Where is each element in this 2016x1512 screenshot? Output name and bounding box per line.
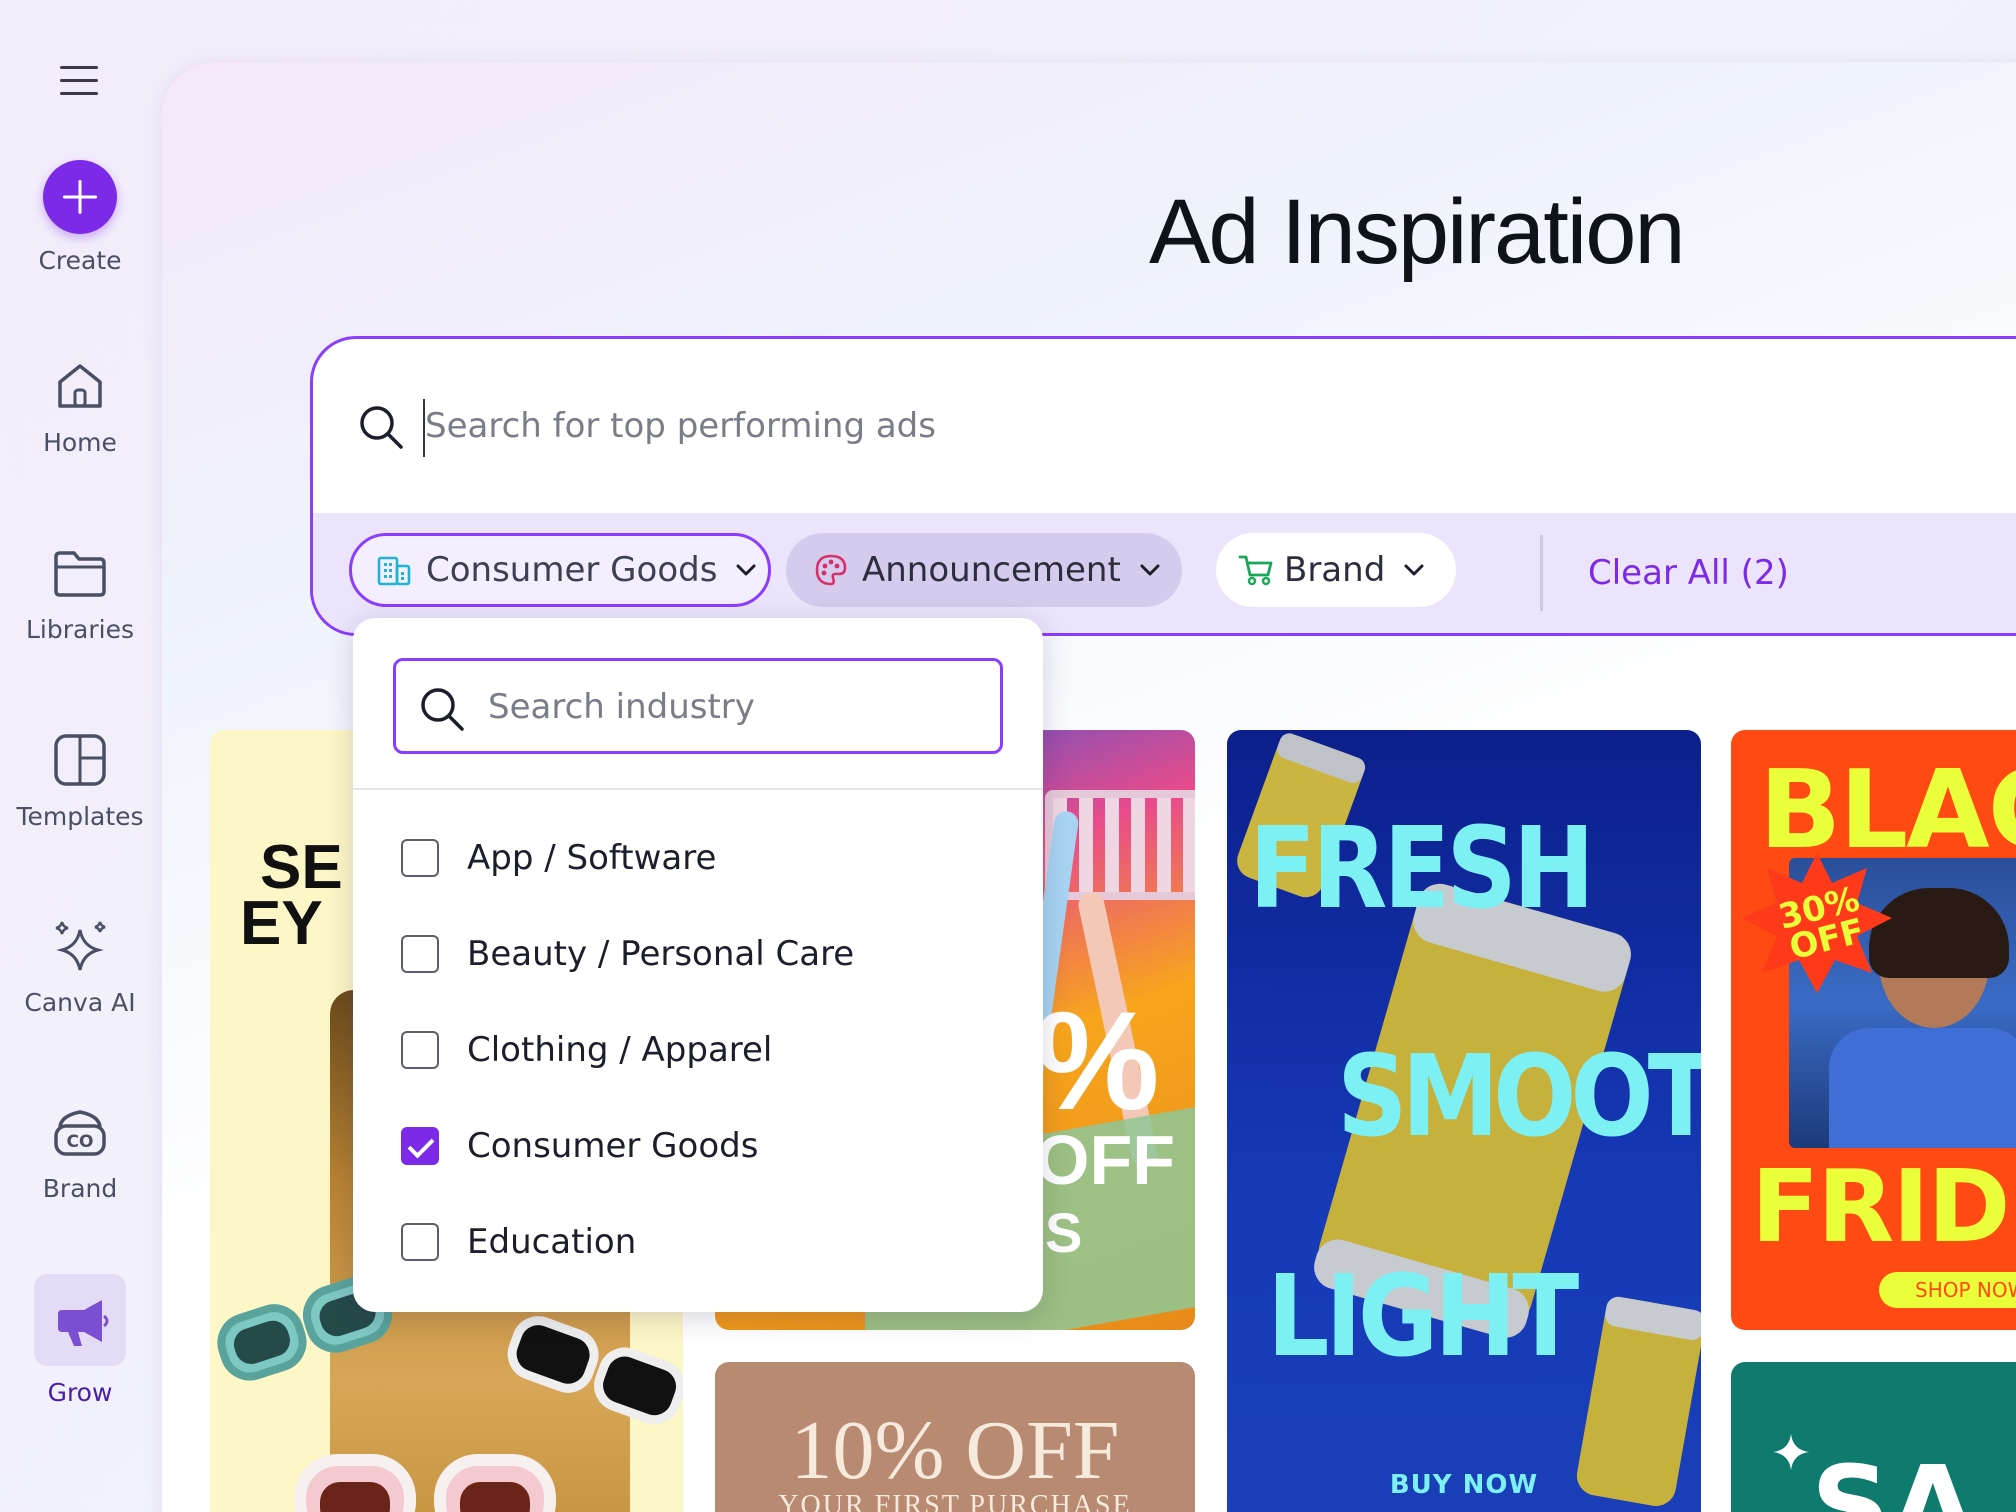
industry-option[interactable]: Consumer Goods xyxy=(401,1116,758,1176)
brand-icon: CO xyxy=(54,1110,106,1156)
sidebar-item-label: Grow xyxy=(47,1378,113,1407)
search-card: Consumer Goods Announcement Brand Clear … xyxy=(310,336,2016,636)
sidebar-item-label: Canva AI xyxy=(24,988,136,1017)
ad-word-smooth: SMOOTH xyxy=(1337,1031,1701,1163)
sidebar-item-grow[interactable]: Grow xyxy=(0,1274,160,1407)
sidebar-item-home[interactable]: Home xyxy=(0,356,160,457)
ad-headline-line1: SE xyxy=(260,833,343,902)
industry-dropdown: App / Software Beauty / Personal Care Cl… xyxy=(353,618,1043,1312)
page-title: Ad Inspiration xyxy=(1149,181,1686,283)
ad-type-filter-label: Announcement xyxy=(862,550,1121,590)
search-icon xyxy=(421,688,464,731)
ad-word-fresh: FRESH xyxy=(1249,803,1595,935)
ad-word-light: LIGHT xyxy=(1267,1251,1579,1383)
dropdown-divider xyxy=(353,788,1043,790)
sidebar: Create Home Libraries Templates Canva AI… xyxy=(0,0,160,1512)
ad-drink-cta: BUY NOW xyxy=(1389,1470,1539,1500)
ad-off-text: OFF xyxy=(1035,1121,1175,1199)
industry-filter-chip[interactable]: Consumer Goods xyxy=(349,533,771,607)
search-row xyxy=(313,339,2016,513)
ad-bf-bottom: FRID xyxy=(1751,1148,2011,1265)
sidebar-item-canva-ai[interactable]: Canva AI xyxy=(0,916,160,1017)
brand-filter-label: Brand xyxy=(1284,550,1386,590)
ad-headline-line2: EY xyxy=(240,889,323,958)
industry-search-input[interactable] xyxy=(488,679,968,735)
filter-divider xyxy=(1540,535,1543,611)
home-icon xyxy=(58,364,102,408)
industry-option[interactable]: Beauty / Personal Care xyxy=(401,924,854,984)
sparkles-icon xyxy=(55,921,106,971)
ad-tile-sale[interactable]: SA xyxy=(1731,1362,2016,1512)
create-label: Create xyxy=(38,246,122,275)
industry-option-label: Education xyxy=(467,1222,637,1262)
chevron-down-icon xyxy=(1140,564,1160,576)
sidebar-item-templates[interactable]: Templates xyxy=(0,730,160,831)
plus-icon xyxy=(43,160,117,234)
menu-icon[interactable] xyxy=(60,66,100,98)
cart-icon xyxy=(1238,555,1273,586)
checkbox[interactable] xyxy=(401,935,439,973)
ad-tile-black-friday[interactable]: BLAC 30% OFF FRID SHOP NOW xyxy=(1731,730,2016,1330)
ad-tile-drink[interactable]: FRESH SMOOTH LIGHT BUY NOW xyxy=(1227,730,1701,1512)
sidebar-item-label: Brand xyxy=(42,1174,118,1203)
checkbox[interactable] xyxy=(401,1223,439,1261)
folder-icon xyxy=(54,551,106,597)
industry-option[interactable]: App / Software xyxy=(401,828,716,888)
create-button[interactable]: Create xyxy=(0,160,160,275)
templates-icon xyxy=(54,734,106,786)
ad-tile-discount[interactable]: 10% OFF YOUR FIRST PURCHASE xyxy=(715,1362,1195,1512)
ad-search-input[interactable] xyxy=(425,391,1625,461)
industry-option[interactable]: Clothing / Apparel xyxy=(401,1020,772,1080)
brand-filter-chip[interactable]: Brand xyxy=(1216,533,1456,607)
ad-discount-subline: YOUR FIRST PURCHASE xyxy=(778,1490,1132,1512)
ad-sale-text: SA xyxy=(1811,1442,1976,1512)
industry-search-box[interactable] xyxy=(393,658,1003,754)
svg-text:CO: CO xyxy=(67,1132,94,1152)
industry-filter-label: Consumer Goods xyxy=(426,550,718,590)
sidebar-item-brand[interactable]: CO Brand xyxy=(0,1102,160,1203)
grow-active-bg xyxy=(34,1274,126,1366)
sidebar-item-label: Templates xyxy=(16,802,144,831)
sparkle-icon xyxy=(1773,1434,1809,1470)
palette-icon xyxy=(815,554,847,586)
megaphone-icon xyxy=(58,1300,109,1346)
industry-option-label: Beauty / Personal Care xyxy=(467,934,855,974)
ad-bf-cta: SHOP NOW xyxy=(1879,1272,2016,1308)
sidebar-item-label: Home xyxy=(43,428,117,457)
checkbox[interactable] xyxy=(401,1031,439,1069)
building-icon xyxy=(377,556,411,586)
industry-option[interactable]: Education xyxy=(401,1212,636,1272)
chevron-down-icon xyxy=(1404,564,1424,576)
sidebar-item-libraries[interactable]: Libraries xyxy=(0,543,160,644)
clear-all-button[interactable]: Clear All (2) xyxy=(1588,553,1789,593)
ad-percent-text: % xyxy=(1035,982,1160,1139)
industry-option-label: Consumer Goods xyxy=(467,1126,759,1166)
checkbox-checked[interactable] xyxy=(401,1127,439,1165)
industry-option-label: Clothing / Apparel xyxy=(467,1030,773,1070)
chevron-down-icon xyxy=(736,564,756,576)
industry-option-label: App / Software xyxy=(467,838,717,878)
ad-discount-headline: 10% OFF xyxy=(790,1404,1120,1497)
search-icon xyxy=(360,406,403,449)
ad-type-filter-chip[interactable]: Announcement xyxy=(786,533,1182,607)
checkbox[interactable] xyxy=(401,839,439,877)
sidebar-item-label: Libraries xyxy=(26,615,134,644)
ad-small-text: S xyxy=(1045,1201,1083,1264)
